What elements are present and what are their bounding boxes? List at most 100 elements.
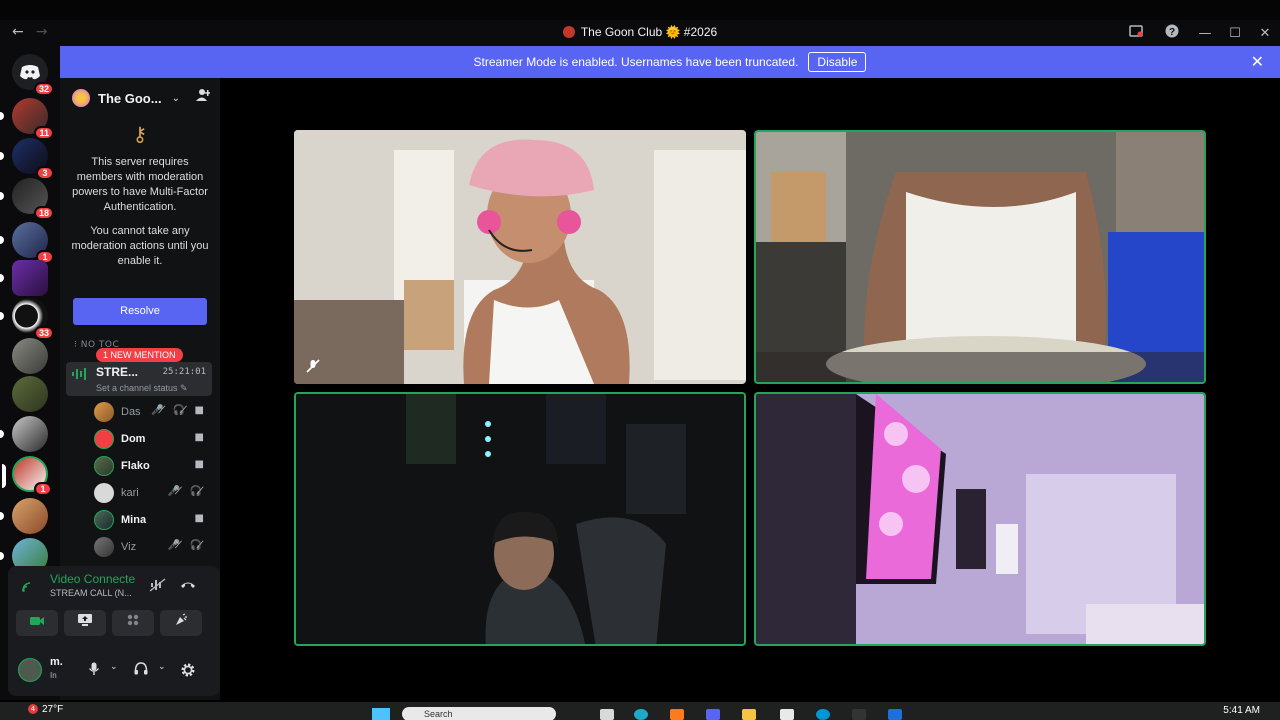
app-icon[interactable] [888,709,902,720]
home-dm-button[interactable]: 32 [12,54,54,96]
edge-icon[interactable] [634,709,648,720]
voice-user[interactable]: Dom ■ [94,427,210,451]
resolve-button[interactable]: Resolve [73,298,207,325]
server-badge: 33 [33,326,54,340]
unread-pip [0,274,4,282]
mfa-notice-line1: This server requires members with modera… [72,156,208,213]
gear-icon[interactable] [180,662,196,681]
muted-deafened-icons: 🎤̸ 🎧̸ ■ [151,405,206,416]
maximize-button[interactable]: ☐ [1220,26,1250,41]
camera-button[interactable] [16,610,58,636]
new-mention-pill[interactable]: 1 NEW MENTION [96,348,183,362]
avatar [94,537,114,557]
chevron-down-icon: ⌄ [171,92,180,104]
unread-pip [0,112,4,120]
weather-badge: 4 [28,704,38,714]
user-avatar[interactable] [18,658,42,682]
minimize-button[interactable]: — [1190,26,1220,41]
add-person-icon[interactable] [196,88,211,106]
server-badge: 18 [33,206,54,220]
channel-status-prompt[interactable]: Set a channel status ✎ [96,383,188,394]
title-bar: ← → The Goon Club 🌞 #2026 ? — ☐ ✕ [0,20,1280,46]
voice-user[interactable]: Mina ■ [94,508,210,532]
chevron-down-icon[interactable]: ⌄ [158,662,166,672]
top-strip [0,0,1280,20]
server-icon[interactable]: 33 [0,298,54,340]
app-icon[interactable] [780,709,794,720]
close-icon[interactable]: ✕ [1251,52,1264,72]
banner-text: Streamer Mode is enabled. Usernames have… [473,55,799,69]
server-icon[interactable]: 3 [0,138,54,180]
voice-channel-name: STRE... [96,365,139,379]
camera-icon: ■ [194,432,206,443]
screen-share-button[interactable] [64,610,106,636]
disable-streamer-mode-button[interactable]: Disable [808,52,867,72]
activities-button[interactable] [112,610,154,636]
voice-connection-panel: Video Connecte STREAM CALL (N... m. In ⌄ [8,566,220,696]
unread-pip [0,312,4,320]
muted-deafened-icons: 🎤̸ 🎧̸ [167,540,206,551]
signal-icon[interactable] [22,580,36,595]
avatar [94,429,114,449]
voice-user[interactable]: kari 🎤̸ 🎧̸ [94,481,210,505]
soundboard-button[interactable] [160,610,202,636]
weather-widget[interactable]: 27°F [42,704,63,715]
server-icon[interactable]: 11 [0,98,54,140]
app-icon[interactable] [670,709,684,720]
connected-channel-name[interactable]: STREAM CALL (N... [50,588,132,598]
avatar [94,510,114,530]
video-tile[interactable] [754,392,1206,646]
windows-start-icon[interactable] [372,708,390,720]
current-user-name[interactable]: m. [50,656,63,668]
file-explorer-icon[interactable] [742,709,756,720]
voice-channel[interactable]: STRE... 25:21:01 Set a channel status ✎ [66,362,212,396]
close-window-button[interactable]: ✕ [1250,26,1280,41]
unread-pip [0,192,4,200]
server-icon[interactable] [0,498,48,534]
server-icon-active[interactable]: 1 [2,456,52,496]
system-clock[interactable]: 5:41 AM [1223,705,1260,716]
screen-share-icon [78,614,92,626]
server-icon[interactable]: 1 [0,222,54,264]
server-icon[interactable] [12,338,48,374]
video-tile[interactable] [294,392,746,646]
server-icon[interactable] [0,416,48,452]
help-icon[interactable]: ? [1154,24,1190,42]
voice-user[interactable]: Viz 🎤̸ 🎧̸ [94,535,210,559]
avatar [94,456,114,476]
voice-user-name: Mina [121,514,147,526]
inbox-icon[interactable] [1118,25,1154,41]
unread-pip [0,430,4,438]
voice-user[interactable]: Flako ■ [94,454,210,478]
headphones-icon[interactable] [134,662,148,678]
server-icon-small [72,89,90,107]
server-icon[interactable] [0,260,48,296]
mfa-notice: ⚷ This server requires members with mode… [70,125,210,278]
server-icon[interactable] [12,376,48,412]
microphone-icon[interactable] [88,662,100,679]
server-header[interactable]: The Goo... ⌄ [60,78,220,118]
video-tile[interactable] [294,130,746,384]
video-feed [756,132,1204,382]
connection-status[interactable]: Video Connecte [50,572,135,586]
window-title-text: The Goon Club 🌞 #2026 [580,25,718,39]
call-timer: 25:21:01 [162,367,206,377]
window-title: The Goon Club 🌞 #2026 [0,25,1280,39]
discord-taskbar-icon[interactable] [706,709,720,720]
hp-icon[interactable] [816,709,830,720]
streamer-mode-banner: Streamer Mode is enabled. Usernames have… [60,46,1280,78]
noise-suppression-icon[interactable] [149,578,166,596]
voice-user-name: Flako [121,460,150,472]
app-icon[interactable] [852,709,866,720]
chevron-down-icon[interactable]: ⌄ [110,662,118,672]
video-tile[interactable] [754,130,1206,384]
server-name: The Goo... [98,90,162,106]
unread-pip [0,552,4,560]
app-icon[interactable] [600,709,614,720]
camera-icon: ■ [194,459,206,470]
disconnect-icon[interactable] [180,578,196,593]
taskbar-search-input[interactable]: Search [402,707,556,720]
voice-user[interactable]: Das 🎤̸ 🎧̸ ■ [94,400,210,424]
server-badge: 1 [34,482,52,496]
server-icon[interactable]: 18 [0,178,54,220]
